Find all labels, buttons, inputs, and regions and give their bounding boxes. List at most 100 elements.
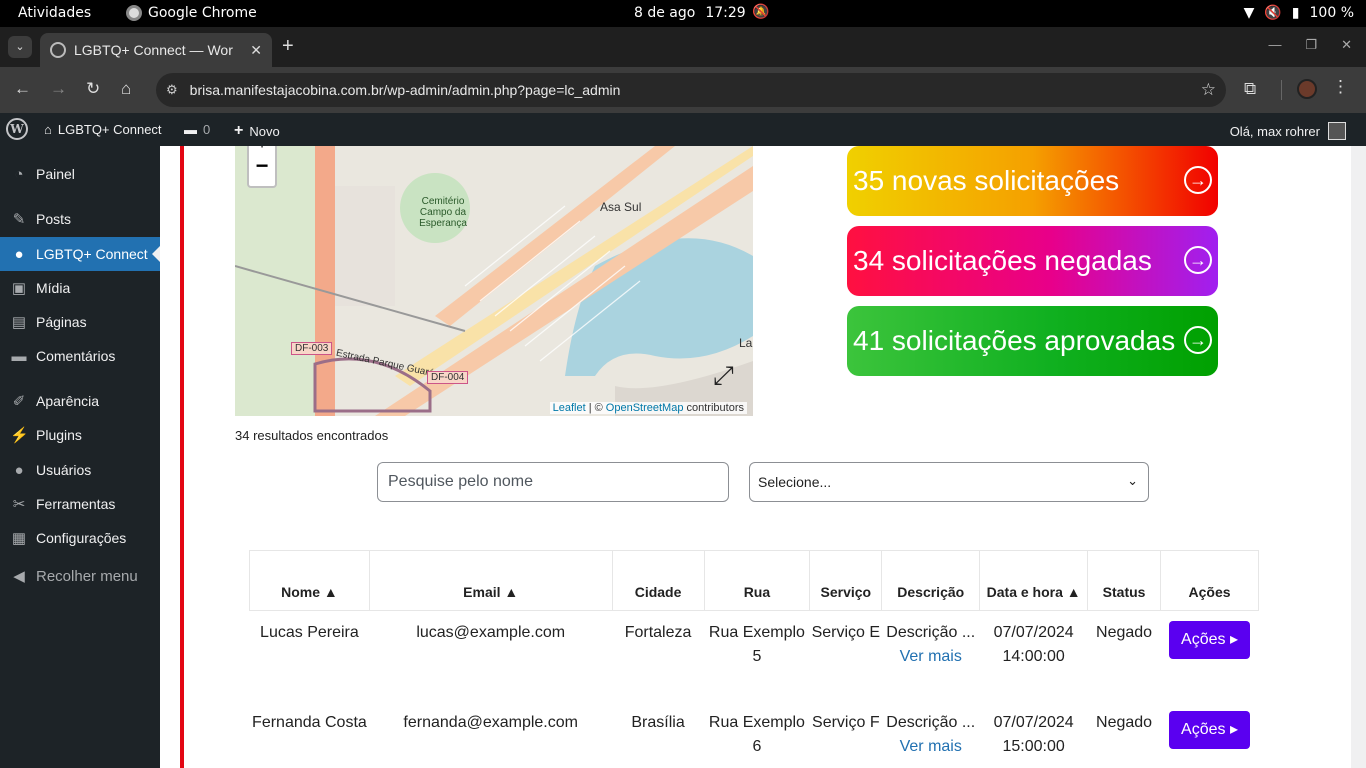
- sidebar-item-ferramentas[interactable]: ✂ Ferramentas: [0, 487, 160, 521]
- cell-status: Negado: [1096, 624, 1153, 641]
- leaflet-link[interactable]: Leaflet: [553, 402, 586, 414]
- col-datetime[interactable]: Data e hora ▲: [979, 550, 1089, 611]
- collapse-label: Recolher menu: [36, 567, 138, 585]
- sidebar-item-label: Usuários: [36, 462, 92, 478]
- app-menu[interactable]: Google Chrome: [126, 5, 257, 21]
- sidebar-item-plugins[interactable]: ⚡ Plugins: [0, 418, 160, 452]
- approved-requests-label: 41 solicitações aprovadas: [853, 325, 1176, 356]
- sidebar-item-paginas[interactable]: ▤ Páginas: [0, 305, 160, 339]
- home-icon[interactable]: ⌂: [121, 79, 131, 99]
- zoom-out-button[interactable]: −: [249, 155, 275, 177]
- minimize-icon[interactable]: —: [1268, 37, 1281, 53]
- site-name-link[interactable]: ⌂ LGBTQ+ Connect: [44, 122, 162, 137]
- sidebar-item-label: Configurações: [36, 530, 127, 546]
- forward-icon[interactable]: →: [50, 79, 67, 99]
- close-tab-icon[interactable]: ✕: [250, 42, 262, 59]
- table-row: Lucas Pereira lucas@example.com Fortalez…: [250, 611, 1259, 701]
- user-avatar: [1328, 122, 1346, 140]
- globe-icon: [50, 42, 66, 58]
- cell-email: fernanda@example.com: [403, 713, 578, 731]
- new-label: Novo: [249, 123, 280, 139]
- bookmark-star-icon[interactable]: ☆: [1201, 80, 1216, 100]
- map-attribution: Leaflet | © OpenStreetMap contributors: [549, 402, 747, 414]
- col-description: Descrição: [881, 550, 981, 611]
- cell-status: Negado: [1096, 713, 1153, 731]
- col-status: Status: [1087, 550, 1162, 611]
- search-input[interactable]: [377, 462, 729, 502]
- volume-muted-icon: 🔇: [1264, 5, 1282, 21]
- extensions-icon[interactable]: ⧉: [1244, 79, 1256, 99]
- howdy-text: Olá, max rohrer: [1229, 123, 1320, 139]
- chrome-menu-icon[interactable]: ⋮: [1332, 77, 1349, 97]
- admin-sidebar: ◔ Painel ✎ Posts ● LGBTQ+ Connect ▣ Mídi…: [0, 146, 160, 768]
- back-icon[interactable]: ←: [14, 79, 31, 99]
- cell-datetime: 07/07/2024 14:00:00: [980, 611, 1088, 701]
- url-text: brisa.manifestajacobina.com.br/wp-admin/…: [189, 82, 621, 98]
- attribution-contributors: contributors: [686, 402, 744, 414]
- sidebar-item-posts[interactable]: ✎ Posts: [0, 202, 160, 236]
- cell-description: Descrição ... Ver mais: [882, 701, 980, 768]
- see-more-link[interactable]: Ver mais: [882, 735, 980, 759]
- col-name[interactable]: Nome ▲: [249, 550, 370, 611]
- tab-search-button[interactable]: ⌄: [8, 36, 32, 58]
- app-name: Google Chrome: [148, 5, 257, 21]
- address-bar[interactable]: ⚙ brisa.manifestajacobina.com.br/wp-admi…: [156, 73, 1226, 107]
- col-actions: Ações: [1160, 550, 1259, 611]
- map-label-asa-sul: Asa Sul: [600, 200, 642, 214]
- cell-city: Fortaleza: [624, 624, 692, 641]
- reload-icon[interactable]: ↻: [86, 79, 100, 99]
- system-tray[interactable]: ▼ 🔇 ▮ 100 %: [1244, 5, 1354, 21]
- browser-tab[interactable]: LGBTQ+ Connect — Wor ✕: [40, 33, 272, 67]
- profile-avatar[interactable]: [1297, 79, 1317, 99]
- new-content-link[interactable]: + Novo: [234, 122, 280, 140]
- sidebar-item-comentarios[interactable]: ▬ Comentários: [0, 339, 160, 373]
- sidebar-item-label: Ferramentas: [36, 496, 116, 512]
- map[interactable]: + − Cemitério Campo da Esperança Asa Sul…: [235, 146, 753, 416]
- dashboard-icon: ◔: [14, 165, 24, 183]
- user-icon: ●: [14, 245, 24, 263]
- clock[interactable]: 8 de ago 17:29: [634, 5, 746, 21]
- notifications-muted-icon: 🔕: [752, 4, 770, 20]
- home-icon: ⌂: [44, 122, 52, 137]
- sidebar-item-painel[interactable]: ◔ Painel: [0, 157, 160, 191]
- denied-requests-button[interactable]: 34 solicitações negadas →: [847, 226, 1218, 296]
- sidebar-item-lgbtq-connect[interactable]: ● LGBTQ+ Connect: [0, 237, 160, 271]
- site-info-icon[interactable]: ⚙: [166, 82, 178, 98]
- sidebar-item-label: Aparência: [36, 393, 100, 409]
- approved-requests-button[interactable]: 41 solicitações aprovadas →: [847, 306, 1218, 376]
- account-menu[interactable]: Olá, max rohrer: [1230, 122, 1346, 140]
- status-select[interactable]: Selecione... ⌄: [749, 462, 1149, 502]
- sidebar-item-midia[interactable]: ▣ Mídia: [0, 271, 160, 305]
- sidebar-item-configuracoes[interactable]: ▦ Configurações: [0, 521, 160, 555]
- new-tab-button[interactable]: +: [282, 35, 294, 58]
- sidebar-item-aparencia[interactable]: ✐ Aparência: [0, 384, 160, 418]
- cell-actions: Ações ▸: [1161, 701, 1259, 768]
- sidebar-item-label: Comentários: [36, 348, 116, 364]
- actions-button[interactable]: Ações ▸: [1169, 621, 1250, 659]
- cell-service: Serviço F: [812, 713, 880, 731]
- table-row: Fernanda Costa fernanda@example.com Bras…: [250, 701, 1259, 768]
- accent-border: [180, 146, 184, 768]
- results-count: 34 resultados encontrados: [235, 428, 389, 443]
- cell-street: Rua Exemplo 5: [708, 624, 805, 665]
- close-window-icon[interactable]: ✕: [1341, 37, 1352, 53]
- sidebar-item-usuarios[interactable]: ● Usuários: [0, 453, 160, 487]
- collapse-menu-button[interactable]: ◀ Recolher menu: [0, 559, 160, 593]
- see-more-link[interactable]: Ver mais: [882, 645, 980, 669]
- sidebar-item-label: Páginas: [36, 314, 87, 330]
- osm-link[interactable]: OpenStreetMap: [606, 402, 684, 414]
- cell-time: 15:00:00: [1002, 737, 1065, 755]
- col-email[interactable]: Email ▲: [368, 550, 613, 611]
- activities-button[interactable]: Atividades: [18, 5, 91, 21]
- actions-button[interactable]: Ações ▸: [1169, 710, 1250, 749]
- toolbar-divider: [1281, 80, 1282, 100]
- wordpress-logo-icon[interactable]: W: [6, 118, 28, 140]
- maximize-icon[interactable]: ❐: [1305, 37, 1317, 53]
- new-requests-label: 35 novas solicitações: [853, 165, 1120, 196]
- cell-datetime: 07/07/2024 15:00:00: [980, 701, 1088, 768]
- wp-admin-bar: W ⌂ LGBTQ+ Connect ▬ 0 + Novo Olá, max r…: [0, 113, 1366, 146]
- comments-link[interactable]: ▬ 0: [184, 122, 210, 137]
- fullscreen-icon[interactable]: ⤢: [713, 360, 734, 392]
- comment-icon: ▬: [184, 122, 197, 137]
- new-requests-button[interactable]: 35 novas solicitações →: [847, 146, 1218, 216]
